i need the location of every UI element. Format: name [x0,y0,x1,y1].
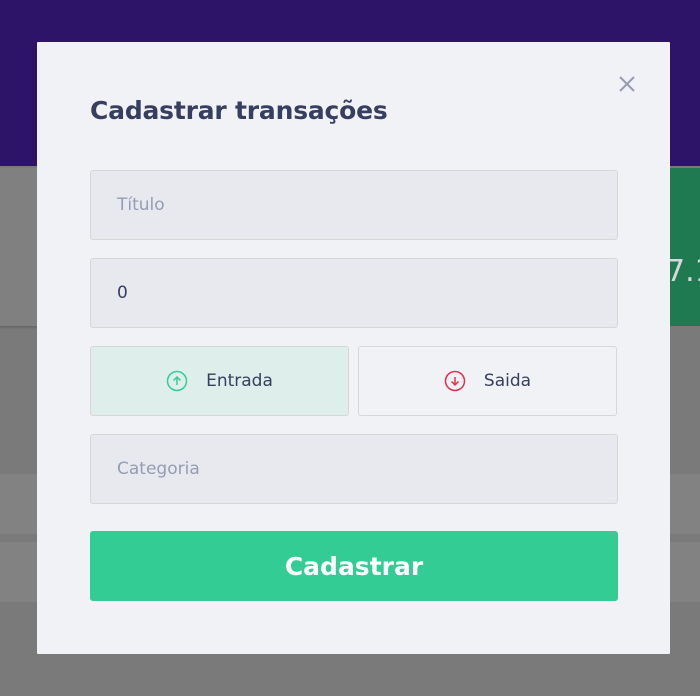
modal-title: Cadastrar transações [90,96,388,125]
total-card-value: 7.1 [670,254,700,289]
new-transaction-modal: Cadastrar transações Entrada Saida Cadas… [37,42,670,654]
close-button[interactable] [615,72,639,96]
close-icon [619,76,635,92]
total-card: 7.1 [670,168,700,326]
outcome-type-label: Saida [483,371,532,391]
arrow-down-circle-icon [444,370,466,392]
income-type-label: Entrada [206,371,273,391]
outcome-type-button[interactable]: Saida [358,346,617,416]
amount-input[interactable] [90,258,618,328]
submit-button[interactable]: Cadastrar [90,531,618,601]
title-input[interactable] [90,170,618,240]
summary-card [0,168,37,326]
arrow-up-circle-icon [166,370,188,392]
income-type-button[interactable]: Entrada [90,346,349,416]
category-input[interactable] [90,434,618,504]
